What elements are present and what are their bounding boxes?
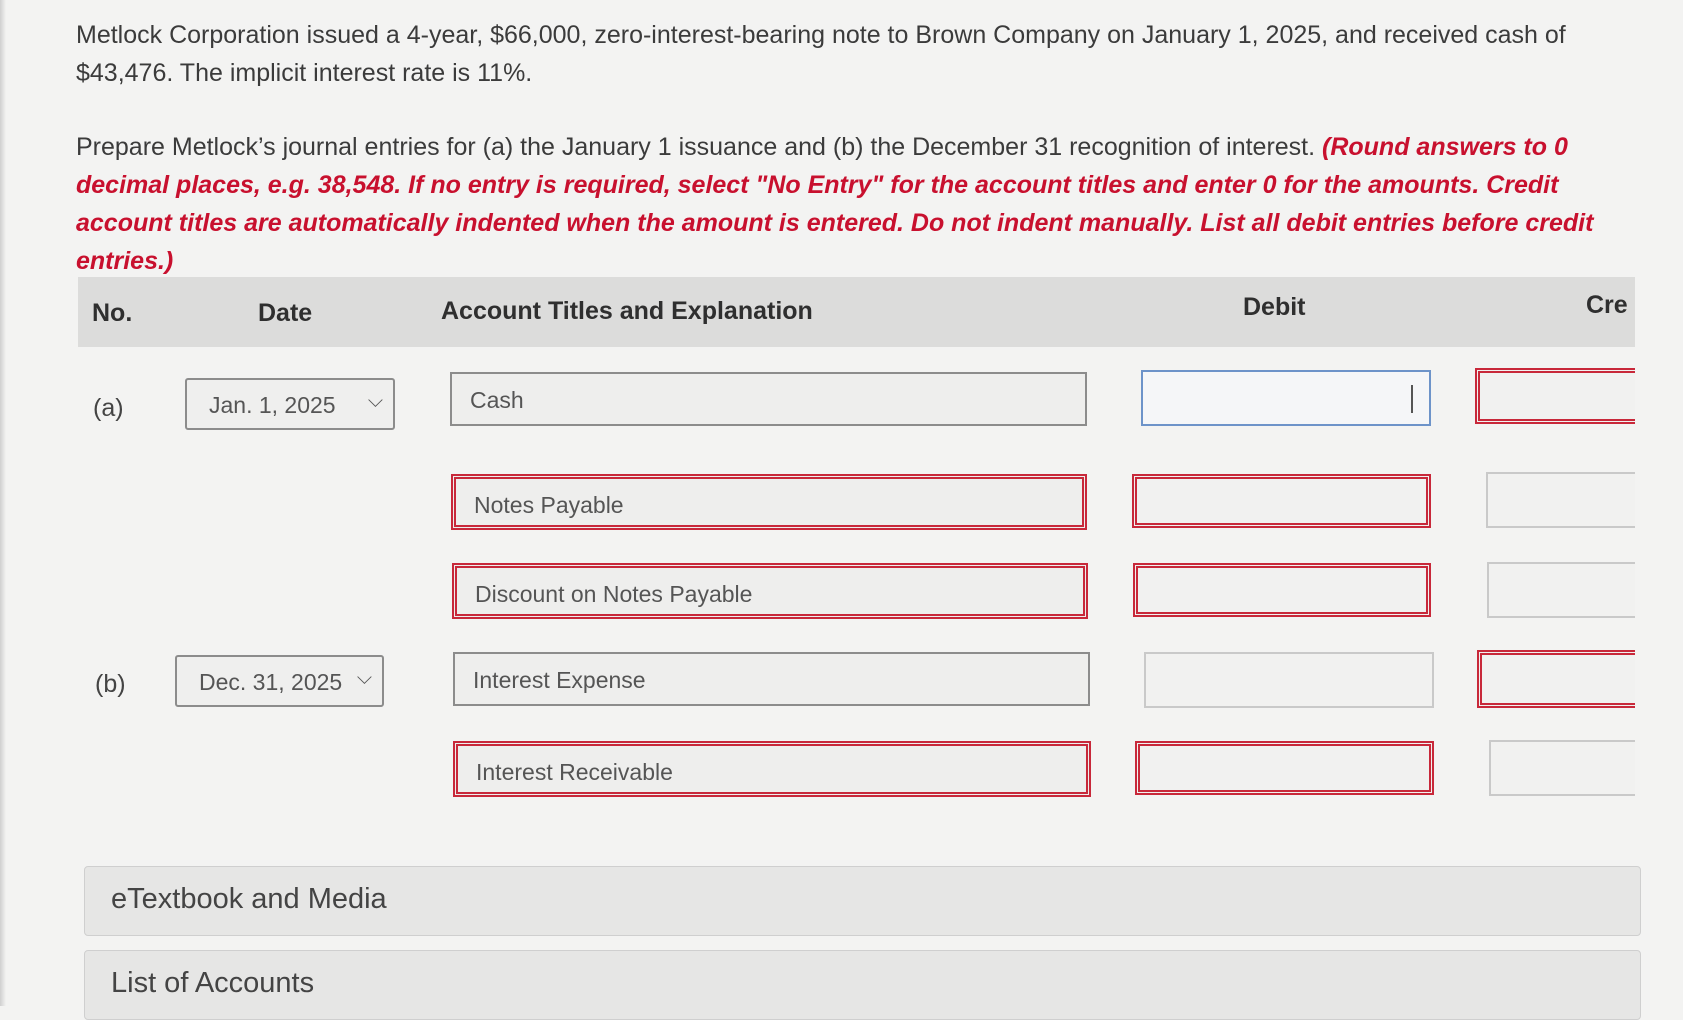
debit-input-discount[interactable] [1133,563,1431,617]
account-field-notes-payable[interactable]: Notes Payable [451,474,1087,530]
header-date: Date [258,299,313,327]
date-value: Jan. 1, 2025 [209,392,336,418]
list-of-accounts-panel[interactable]: List of Accounts [84,950,1641,1020]
header-account: Account Titles and Explanation [441,297,813,325]
debit-input-cash[interactable] [1141,370,1431,426]
account-value: Interest Receivable [476,759,673,785]
credit-input-interest-expense[interactable] [1477,650,1635,708]
chevron-down-icon: ⌵ [356,667,372,689]
account-value: Discount on Notes Payable [475,581,753,607]
date-value: Dec. 31, 2025 [199,669,343,695]
credit-input-interest-receivable[interactable] [1489,740,1635,796]
etextbook-media-panel[interactable]: eTextbook and Media [84,866,1641,936]
account-field-discount-notes-payable[interactable]: Discount on Notes Payable [452,563,1088,619]
row-number-a: (a) [93,394,124,422]
instructions-text: Prepare Metlock’s journal entries for (a… [76,133,1316,161]
date-select-b[interactable]: Dec. 31, 2025 ⌵ [175,655,384,707]
page-edge-shadow [0,0,6,1006]
chevron-down-icon: ⌵ [367,390,383,412]
list-of-accounts-label: List of Accounts [111,967,315,999]
account-value: Notes Payable [474,492,624,518]
account-field-interest-receivable[interactable]: Interest Receivable [453,741,1091,797]
header-credit: Cre [1586,291,1628,319]
header-no: No. [92,299,133,327]
debit-input-notes-payable[interactable] [1132,474,1431,528]
date-select-a[interactable]: Jan. 1, 2025 ⌵ [185,378,395,430]
credit-input-cash[interactable] [1475,368,1635,424]
account-value: Interest Expense [473,667,646,693]
problem-statement: Metlock Corporation issued a 4-year, $66… [76,21,1566,87]
credit-input-notes-payable[interactable] [1486,472,1635,528]
etextbook-media-label: eTextbook and Media [111,883,387,915]
instructions: Prepare Metlock’s journal entries for (a… [76,128,1616,280]
debit-input-interest-expense[interactable] [1144,652,1434,708]
account-value: Cash [470,387,524,413]
account-field-cash[interactable]: Cash [450,372,1087,426]
text-cursor [1411,385,1413,413]
header-debit: Debit [1243,293,1306,321]
row-number-b: (b) [95,670,126,698]
journal-table-header: No. Date Account Titles and Explanation … [78,277,1635,347]
credit-input-discount[interactable] [1487,562,1635,618]
debit-input-interest-receivable[interactable] [1135,741,1434,795]
account-field-interest-expense[interactable]: Interest Expense [453,652,1090,706]
